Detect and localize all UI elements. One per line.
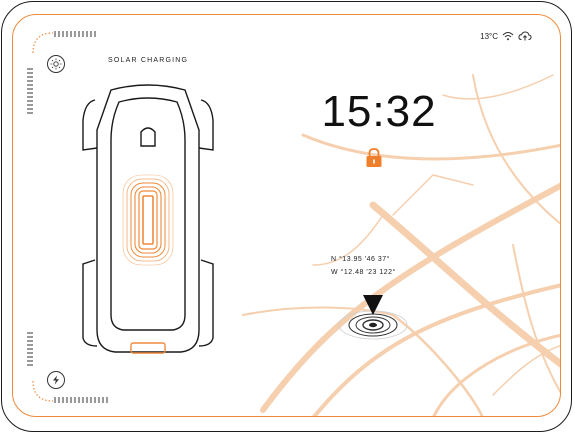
wifi-icon[interactable] — [502, 31, 514, 41]
sun-icon[interactable] — [47, 55, 65, 73]
temperature: 13°C — [480, 31, 498, 41]
lock-icon[interactable] — [365, 147, 383, 169]
coordinate-north: N °13.95 '46 37° — [331, 256, 390, 263]
cloud-upload-icon[interactable] — [518, 31, 532, 41]
status-bar: 13°C — [480, 31, 532, 41]
dashboard-screen: SOLAR CHARGING 15:32 N °13.95 '46 37° W … — [12, 14, 561, 417]
device-frame: SOLAR CHARGING 15:32 N °13.95 '46 37° W … — [1, 1, 572, 432]
lightning-icon[interactable] — [47, 371, 65, 389]
coordinate-west: W °12.48 '23 122° — [331, 269, 396, 276]
vehicle-illustration — [82, 84, 214, 354]
clock-time: 15:32 — [321, 87, 437, 136]
mode-label: SOLAR CHARGING — [108, 57, 189, 64]
gps-coordinates: N °13.95 '46 37° W °12.48 '23 122° — [331, 253, 396, 279]
